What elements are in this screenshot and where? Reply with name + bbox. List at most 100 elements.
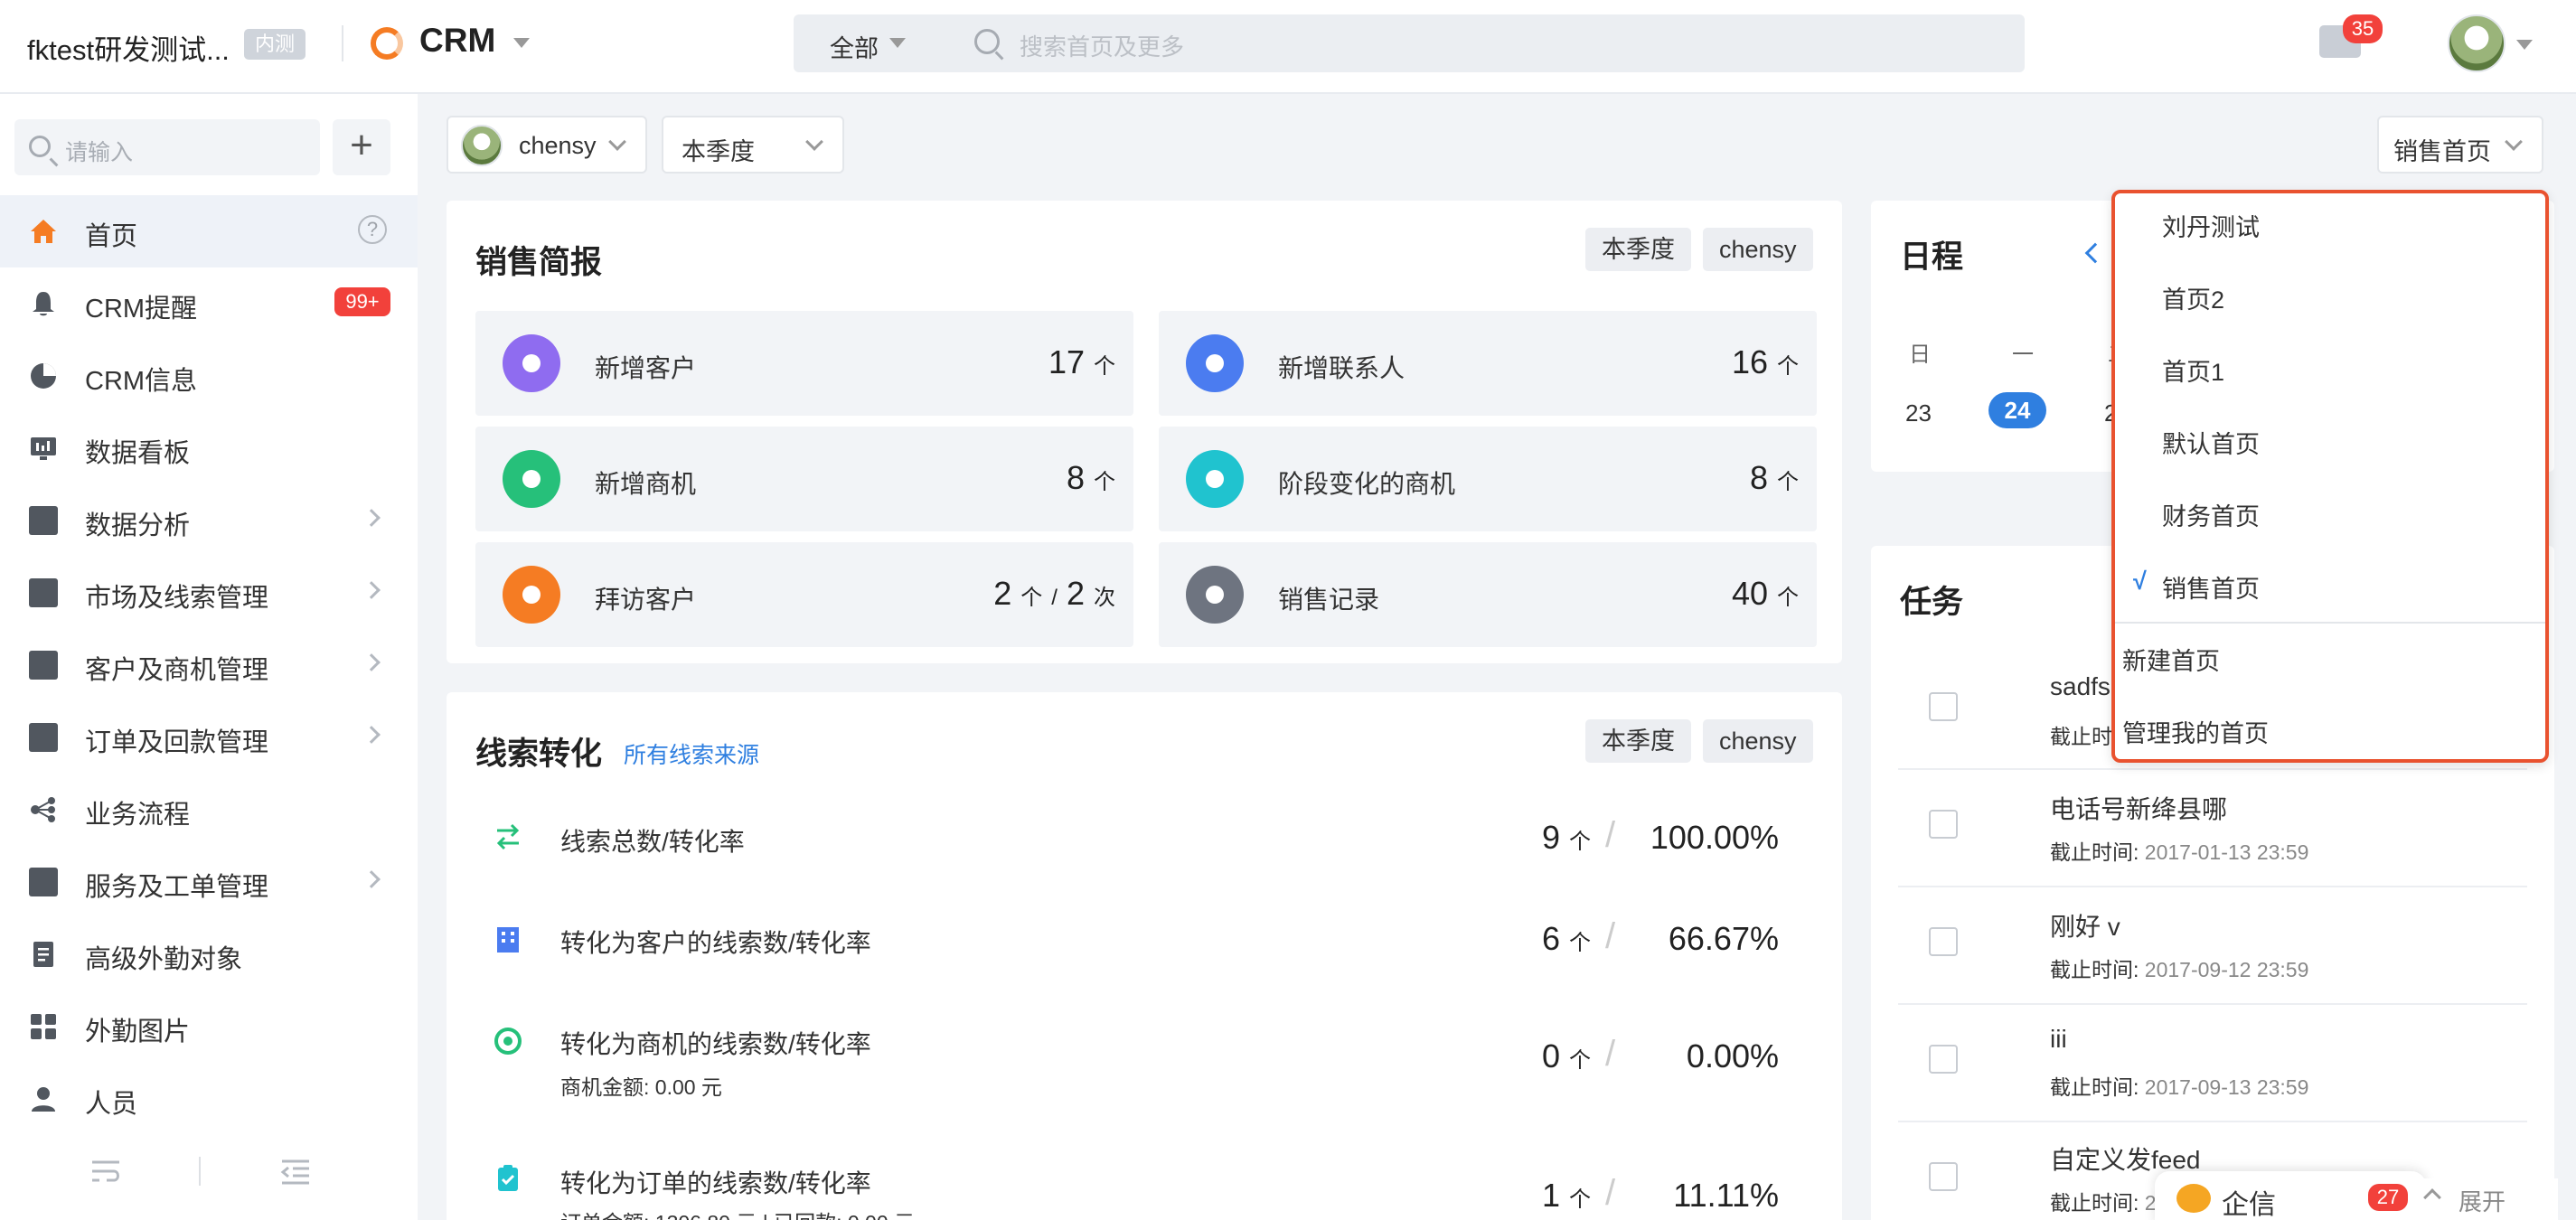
- qiye-expand-area[interactable]: 展开: [2422, 1178, 2558, 1220]
- lead-row-total[interactable]: 线索总数/转化率 9 个 / 100.00%: [475, 815, 1813, 891]
- task-checkbox[interactable]: [1929, 1162, 1958, 1191]
- task-deadline: 截止时间: 2017-09-13 23:59: [2050, 1075, 2309, 1099]
- lead-row-order[interactable]: 转化为订单的线索数/转化率 订单金额: 1306.80 元 | 已回款: 0.0…: [475, 1160, 1813, 1220]
- sidebar-item-field-objects[interactable]: 高级外勤对象: [0, 918, 418, 990]
- folder-icon: [29, 506, 58, 535]
- stat-sales-records[interactable]: 销售记录 40 个: [1159, 542, 1817, 647]
- chevron-right-icon: [362, 509, 381, 527]
- global-search[interactable]: 全部 搜索首页及更多: [794, 14, 2025, 72]
- user-avatar[interactable]: [2448, 14, 2505, 72]
- sidebar-item-personnel[interactable]: 人员: [0, 1063, 418, 1135]
- add-button[interactable]: +: [333, 119, 390, 175]
- lead-row-subtext: 订单金额: 1306.80 元 | 已回款: 0.00 元: [560, 1206, 915, 1220]
- lead-row-label: 转化为订单的线索数/转化率: [560, 1169, 871, 1197]
- calendar-day[interactable]: 23: [1905, 399, 1932, 427]
- period-filter-select[interactable]: 本季度: [662, 116, 844, 174]
- user-avatar: [461, 125, 503, 166]
- bar-chart-icon: [1186, 566, 1244, 624]
- lead-row-customer[interactable]: 转化为客户的线索数/转化率 6 个 / 66.67%: [475, 916, 1813, 992]
- qiye-chat-widget[interactable]: 企信 27: [2155, 1171, 2426, 1220]
- task-deadline: 截止时间: 2017-01-13 23:59: [2050, 840, 2309, 864]
- dropdown-item[interactable]: 财务首页: [2162, 497, 2260, 532]
- lead-row-label: 转化为客户的线索数/转化率: [560, 929, 871, 957]
- beta-badge: 内测: [244, 29, 306, 60]
- sidebar-item-data-analysis[interactable]: 数据分析: [0, 484, 418, 557]
- manage-homepages-action[interactable]: 管理我的首页: [2122, 714, 2269, 749]
- search-placeholder[interactable]: 搜索首页及更多: [1020, 29, 1184, 62]
- user-menu-chevron-icon[interactable]: [2516, 40, 2533, 50]
- homepage-select[interactable]: 销售首页: [2377, 116, 2543, 174]
- sidebar-item-label: 外勤图片: [85, 1018, 191, 1046]
- sidebar-item-data-board[interactable]: 数据看板: [0, 412, 418, 484]
- stat-visit-customers[interactable]: 拜访客户 2 个 / 2 次: [475, 542, 1133, 647]
- new-homepage-action[interactable]: 新建首页: [2122, 642, 2220, 677]
- task-checkbox[interactable]: [1929, 927, 1958, 956]
- target-icon: [494, 1028, 522, 1055]
- folder-icon: [29, 651, 58, 680]
- scope-chevron-icon[interactable]: [889, 38, 906, 48]
- task-checkbox[interactable]: [1929, 810, 1958, 839]
- calendar-day-today[interactable]: 24: [1988, 392, 2046, 428]
- dropdown-item[interactable]: 首页2: [2162, 280, 2224, 315]
- stat-new-opportunities[interactable]: 新增商机 8 个: [475, 427, 1133, 531]
- stat-value: 8 个: [1749, 459, 1799, 496]
- chevron-down-icon: [608, 133, 626, 151]
- task-item[interactable]: 电话号新绛县哪 截止时间: 2017-01-13 23:59: [1898, 770, 2527, 887]
- sidebar: 请输入 + 首页 ? CRM提醒 99+ CRM信息 数据看板 数据分析 市场及…: [0, 94, 418, 1220]
- sidebar-item-service-ticket[interactable]: 服务及工单管理: [0, 846, 418, 918]
- customer-icon: [503, 334, 560, 392]
- sidebar-item-home[interactable]: 首页 ?: [0, 195, 418, 267]
- stat-new-customers[interactable]: 新增客户 17 个: [475, 311, 1133, 416]
- lead-row-count: 6 个: [1542, 920, 1592, 957]
- all-lead-sources-link[interactable]: 所有线索来源: [624, 737, 759, 770]
- stat-new-contacts[interactable]: 新增联系人 16 个: [1159, 311, 1817, 416]
- sidebar-item-order-payment[interactable]: 订单及回款管理: [0, 701, 418, 774]
- sidebar-search-placeholder[interactable]: 请输入: [65, 135, 133, 167]
- dropdown-item[interactable]: 默认首页: [2162, 425, 2260, 460]
- weekday-label: 一: [2012, 343, 2034, 367]
- task-checkbox[interactable]: [1929, 1045, 1958, 1074]
- sidebar-item-field-photos[interactable]: 外勤图片: [0, 990, 418, 1063]
- collapse-sidebar-icon[interactable]: [280, 1159, 311, 1186]
- app-switch-chevron-icon[interactable]: [513, 38, 530, 48]
- reminder-count-badge: 99+: [334, 287, 390, 316]
- convert-arrows-icon: [496, 823, 520, 850]
- chevron-right-icon: [362, 653, 381, 671]
- top-bar: fktest研发测试... 内测 CRM 全部 搜索首页及更多 35: [0, 0, 2576, 94]
- sidebar-item-crm-info[interactable]: CRM信息: [0, 340, 418, 412]
- task-item[interactable]: iii 截止时间: 2017-09-13 23:59: [1898, 1005, 2527, 1122]
- task-checkbox[interactable]: [1929, 692, 1958, 721]
- app-name[interactable]: CRM: [419, 22, 495, 60]
- dropdown-item[interactable]: 首页1: [2162, 352, 2224, 388]
- dropdown-item[interactable]: 刘丹测试: [2162, 208, 2260, 243]
- search-icon: [974, 29, 1000, 54]
- user-filter-select[interactable]: chensy: [447, 116, 647, 174]
- wrap-text-icon[interactable]: [90, 1159, 121, 1186]
- help-icon[interactable]: ?: [358, 215, 387, 244]
- sidebar-item-market-leads[interactable]: 市场及线索管理: [0, 557, 418, 629]
- task-title: 刚好 v: [2050, 913, 2120, 941]
- card-title: 任务: [1900, 585, 1964, 620]
- sidebar-search-input[interactable]: 请输入: [14, 119, 320, 175]
- sidebar-item-crm-reminder[interactable]: CRM提醒 99+: [0, 267, 418, 340]
- search-scope-select[interactable]: 全部: [830, 29, 879, 64]
- folder-icon: [29, 578, 58, 607]
- check-icon: √: [2133, 568, 2147, 595]
- stat-stage-changed[interactable]: 阶段变化的商机 8 个: [1159, 427, 1817, 531]
- mail-count-badge: 35: [2343, 14, 2383, 43]
- stat-label: 新增联系人: [1278, 354, 1406, 382]
- dropdown-item-selected[interactable]: 销售首页: [2162, 569, 2260, 605]
- weekday-label: 日: [1909, 343, 1931, 367]
- task-item[interactable]: 刚好 v 截止时间: 2017-09-12 23:59: [1898, 887, 2527, 1005]
- prev-week-icon[interactable]: [2084, 242, 2106, 264]
- separator: /: [1605, 916, 1616, 956]
- org-name[interactable]: fktest研发测试...: [27, 27, 230, 68]
- chat-bubble-icon: [2176, 1184, 2211, 1213]
- lead-row-opportunity[interactable]: 转化为商机的线索数/转化率 商机金额: 0.00 元 0 个 / 0.00%: [475, 1021, 1813, 1112]
- user-filter-value: chensy: [519, 132, 597, 159]
- lead-row-rate: 11.11%: [1673, 1177, 1779, 1214]
- card-title: 日程: [1900, 239, 1964, 275]
- sidebar-item-business-flow[interactable]: 业务流程: [0, 774, 418, 846]
- homepage-select-value: 销售首页: [2393, 138, 2491, 165]
- sidebar-item-customer-opportunity[interactable]: 客户及商机管理: [0, 629, 418, 701]
